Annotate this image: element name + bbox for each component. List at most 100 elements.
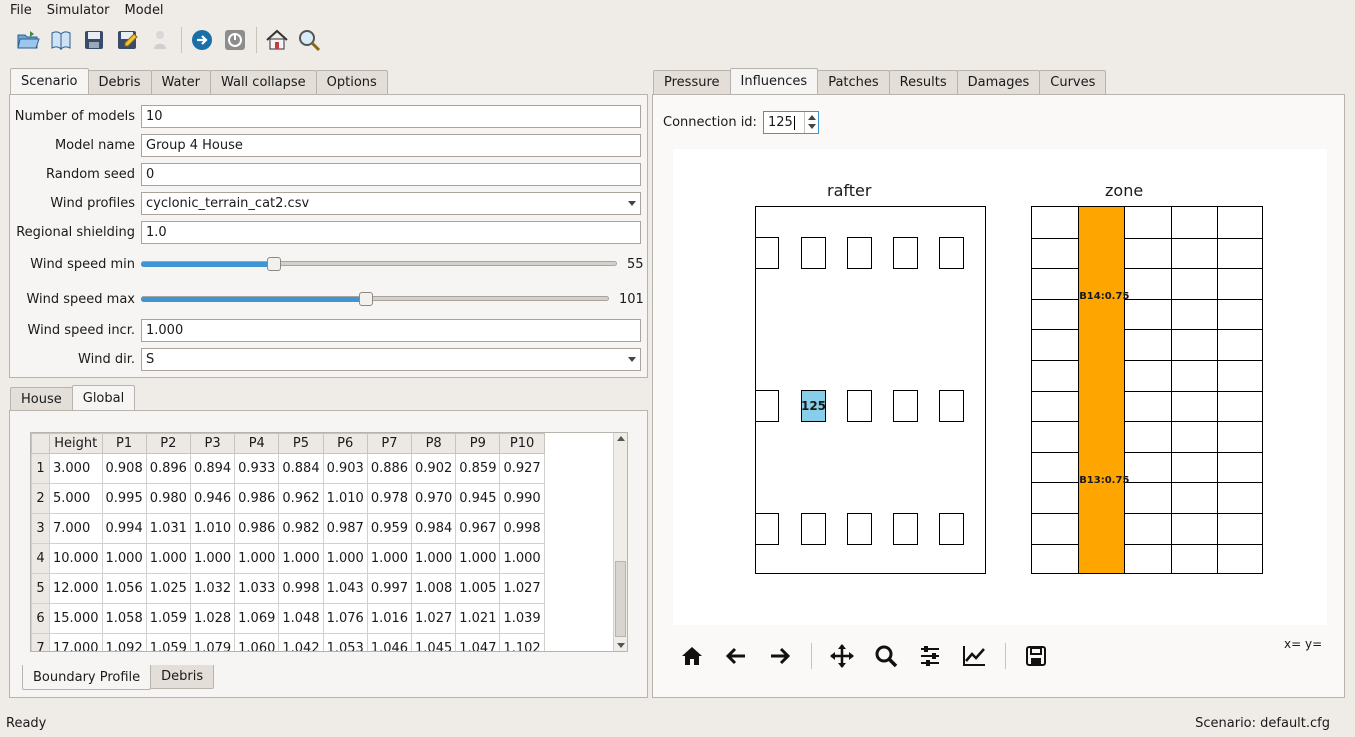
tab-water[interactable]: Water — [150, 70, 211, 94]
table-cell[interactable]: 1.039 — [499, 603, 545, 634]
save-icon[interactable] — [80, 26, 108, 54]
table-cell[interactable]: 1.000 — [278, 543, 324, 574]
boundary-profile-table[interactable]: Height P1 P2 P3 P4 P5 P6 P7 P8 P9 P10 1 3.000 0.908 0… — [30, 432, 628, 652]
table-cell[interactable]: 1.010 — [322, 483, 368, 514]
table-cell[interactable]: 1.000 — [411, 543, 457, 574]
wind-speed-max-slider[interactable] — [141, 287, 611, 311]
menu-simulator[interactable]: Simulator — [42, 3, 115, 18]
table-cell[interactable]: 1.000 — [366, 543, 413, 574]
edit-axes-icon[interactable] — [959, 641, 989, 671]
table-cell[interactable]: 0.946 — [189, 483, 236, 514]
tab-scenario[interactable]: Scenario — [10, 68, 89, 94]
home-icon[interactable] — [677, 641, 707, 671]
forward-arrow-icon[interactable] — [765, 641, 795, 671]
table-cell[interactable]: 0.902 — [411, 453, 457, 484]
tab-boundary-profile[interactable]: Boundary Profile — [22, 665, 152, 690]
wind-speed-incr-field[interactable]: 1.000 — [141, 318, 641, 342]
table-cell[interactable]: 1.042 — [278, 633, 324, 651]
row-header[interactable]: 5 — [31, 573, 50, 604]
table-cell[interactable]: 0.903 — [322, 453, 368, 484]
table-cell[interactable]: 1.008 — [411, 573, 457, 604]
influence-figure[interactable]: rafter zone 125 B14:0.75 B13:0.75 — [673, 149, 1327, 625]
tab-damages[interactable]: Damages — [956, 70, 1041, 94]
menu-model[interactable]: Model — [120, 3, 169, 18]
tab-results[interactable]: Results — [888, 70, 958, 94]
scroll-up-icon[interactable] — [617, 436, 625, 441]
stop-icon[interactable] — [221, 26, 249, 54]
row-header[interactable]: 6 — [31, 603, 50, 634]
row-header[interactable]: 3 — [31, 513, 50, 544]
wind-dir-select[interactable]: S — [141, 347, 641, 371]
table-cell[interactable]: 0.994 — [101, 513, 147, 544]
num-models-field[interactable]: 10 — [141, 104, 641, 128]
random-seed-field[interactable]: 0 — [141, 162, 641, 186]
row-header[interactable]: 2 — [31, 483, 50, 514]
configure-subplots-icon[interactable] — [915, 641, 945, 671]
table-cell[interactable]: 1.016 — [366, 603, 413, 634]
spin-down-icon[interactable] — [807, 124, 816, 129]
table-cell[interactable]: 1.046 — [366, 633, 413, 651]
row-header[interactable]: 1 — [31, 453, 50, 484]
table-cell[interactable]: 1.031 — [145, 513, 191, 544]
table-cell[interactable]: 0.927 — [499, 453, 545, 484]
column-header[interactable]: P9 — [455, 433, 501, 454]
table-cell[interactable]: 1.047 — [455, 633, 501, 651]
home-icon[interactable] — [263, 26, 291, 54]
table-cell[interactable]: 1.069 — [234, 603, 280, 634]
table-cell[interactable]: 1.000 — [189, 543, 236, 574]
back-arrow-icon[interactable] — [721, 641, 751, 671]
zoom-icon[interactable] — [871, 641, 901, 671]
table-cell[interactable]: 0.986 — [234, 513, 280, 544]
run-icon[interactable] — [188, 26, 216, 54]
table-cell[interactable]: 1.000 — [499, 543, 545, 574]
table-cell[interactable]: 1.079 — [189, 633, 236, 651]
column-header[interactable]: P2 — [145, 433, 191, 454]
table-cell[interactable]: 1.000 — [455, 543, 501, 574]
table-cell[interactable]: 12.000 — [49, 573, 103, 604]
scroll-thumb[interactable] — [615, 561, 626, 637]
tab-global[interactable]: Global — [71, 385, 136, 411]
table-cell[interactable]: 1.025 — [145, 573, 191, 604]
table-cell[interactable]: 1.000 — [145, 543, 191, 574]
table-cell[interactable]: 0.998 — [499, 513, 545, 544]
table-cell[interactable]: 0.896 — [145, 453, 191, 484]
save-as-icon[interactable] — [113, 26, 141, 54]
table-cell[interactable]: 3.000 — [49, 453, 103, 484]
table-cell[interactable]: 0.997 — [366, 573, 413, 604]
table-scrollbar[interactable] — [613, 433, 627, 651]
wind-speed-min-handle[interactable] — [267, 257, 282, 271]
table-cell[interactable]: 1.021 — [455, 603, 501, 634]
column-header[interactable]: P1 — [101, 433, 147, 454]
table-cell[interactable]: 15.000 — [49, 603, 103, 634]
table-cell[interactable]: 7.000 — [49, 513, 103, 544]
column-header[interactable]: P10 — [499, 433, 545, 454]
table-cell[interactable]: 0.945 — [455, 483, 501, 514]
table-cell[interactable]: 1.010 — [189, 513, 236, 544]
table-cell[interactable]: 1.000 — [234, 543, 280, 574]
table-cell[interactable]: 0.959 — [366, 513, 413, 544]
table-cell[interactable]: 1.056 — [101, 573, 147, 604]
table-cell[interactable]: 0.886 — [366, 453, 413, 484]
table-cell[interactable]: 0.987 — [322, 513, 368, 544]
pan-icon[interactable] — [827, 641, 857, 671]
table-cell[interactable]: 1.053 — [322, 633, 368, 651]
table-cell[interactable]: 5.000 — [49, 483, 103, 514]
tab-pressure[interactable]: Pressure — [653, 70, 731, 94]
regional-shielding-field[interactable]: 1.0 — [141, 220, 641, 244]
table-cell[interactable]: 0.962 — [278, 483, 324, 514]
open-folder-icon[interactable] — [14, 26, 42, 54]
table-cell[interactable]: 1.000 — [322, 543, 368, 574]
table-cell[interactable]: 1.043 — [322, 573, 368, 604]
spin-up-icon[interactable] — [807, 115, 816, 120]
scroll-down-icon[interactable] — [617, 643, 625, 648]
column-header[interactable]: P5 — [278, 433, 324, 454]
tab-wall-collapse[interactable]: Wall collapse — [209, 70, 317, 94]
table-cell[interactable]: 0.933 — [234, 453, 280, 484]
table-cell[interactable]: 10.000 — [49, 543, 103, 574]
table-cell[interactable]: 0.998 — [278, 573, 324, 604]
tab-debris[interactable]: Debris — [87, 70, 152, 94]
tab-influences[interactable]: Influences — [729, 68, 819, 94]
table-cell[interactable]: 1.005 — [455, 573, 501, 604]
table-cell[interactable]: 1.027 — [411, 603, 457, 634]
table-cell[interactable]: 1.033 — [234, 573, 280, 604]
